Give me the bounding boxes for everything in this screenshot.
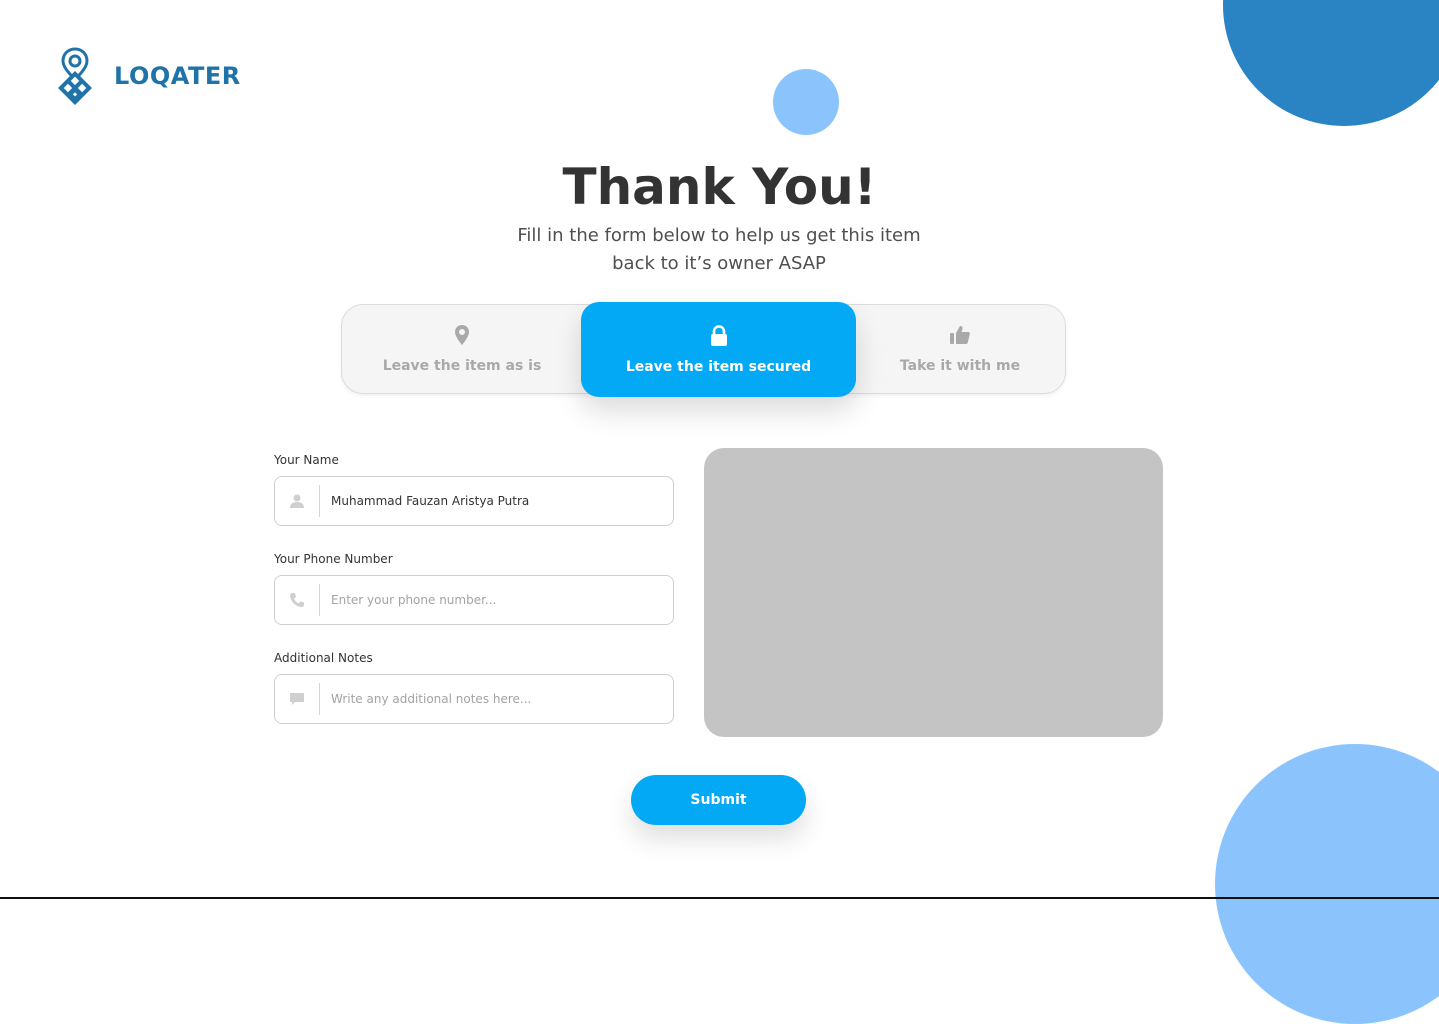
lock-icon (710, 324, 727, 346)
decorative-circle-top (773, 69, 839, 135)
decorative-circle-top-right (1223, 0, 1439, 126)
phone-field[interactable] (274, 575, 674, 625)
name-input[interactable] (320, 486, 673, 516)
notes-input[interactable] (320, 684, 673, 714)
option-label: Take it with me (899, 358, 1021, 374)
option-take-with-me[interactable]: Take it with me (855, 305, 1065, 393)
subtitle-line-1: Fill in the form below to help us get th… (517, 225, 921, 246)
page-subtitle: Fill in the form below to help us get th… (469, 222, 969, 278)
thumbs-up-icon (950, 326, 970, 344)
map-pin-icon (455, 325, 469, 345)
image-placeholder (704, 448, 1163, 737)
name-field[interactable] (274, 476, 674, 526)
brand-name: LOQATER (114, 62, 241, 90)
submit-button[interactable]: Submit (631, 775, 806, 825)
phone-label: Your Phone Number (274, 552, 393, 566)
option-leave-secured[interactable]: Leave the item secured (581, 302, 856, 397)
option-label: Leave the item as is (382, 358, 542, 374)
option-label: Leave the item secured (625, 358, 812, 375)
page-title: Thank You! (562, 158, 877, 216)
phone-input[interactable] (320, 585, 673, 615)
name-label: Your Name (274, 453, 339, 467)
notes-field[interactable] (274, 674, 674, 724)
user-icon (275, 485, 320, 517)
phone-icon (275, 584, 320, 616)
location-pin-qr-icon (58, 47, 92, 105)
notes-label: Additional Notes (274, 651, 373, 665)
brand-logo[interactable]: LOQATER (54, 46, 241, 106)
subtitle-line-2: back to it’s owner ASAP (612, 253, 826, 274)
option-leave-as-is[interactable]: Leave the item as is (342, 305, 582, 393)
decorative-circle-bottom-right (1215, 744, 1439, 1024)
comment-icon (275, 683, 320, 715)
